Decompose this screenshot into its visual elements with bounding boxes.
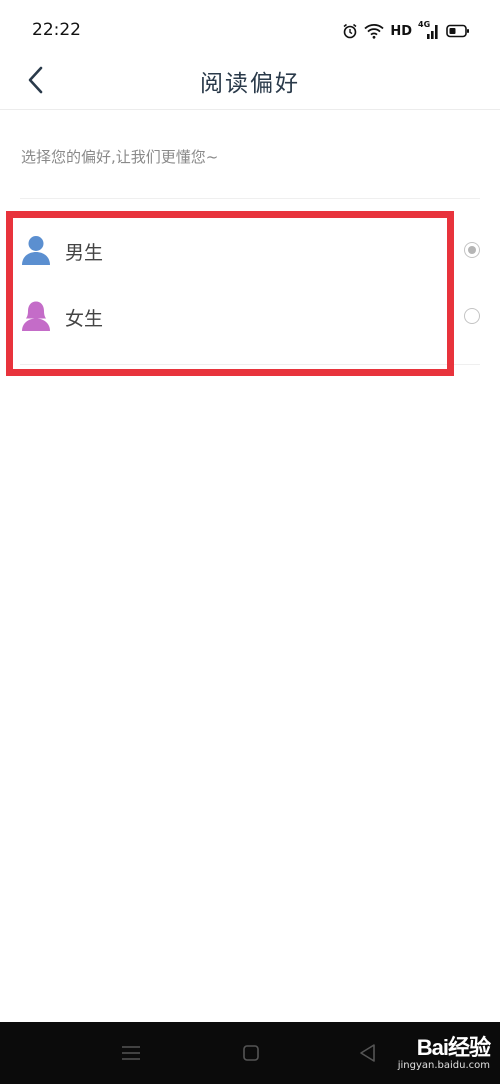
hd-label: HD: [390, 23, 412, 39]
watermark: Bai经验 jingyan.baidu.com: [397, 1030, 491, 1071]
divider: [20, 198, 480, 199]
status-icons: HD 4G: [342, 20, 470, 42]
page-title: 阅读偏好: [200, 71, 300, 97]
watermark-url: jingyan.baidu.com: [397, 1060, 490, 1071]
status-time: 22:22: [32, 20, 81, 40]
menu-icon[interactable]: [120, 1042, 142, 1064]
screen: 22:22 HD 4G 阅读偏好 选择您的偏好,让我们更懂您~ 男生 女生 Ba…: [0, 0, 500, 1084]
top-nav-bar: 阅读偏好: [0, 50, 500, 110]
divider: [20, 364, 480, 365]
option-female[interactable]: 女生: [20, 288, 482, 344]
home-icon[interactable]: [240, 1042, 262, 1064]
preference-hint: 选择您的偏好,让我们更懂您~: [21, 148, 219, 166]
network-type: 4G: [418, 20, 431, 29]
wifi-icon: [364, 23, 384, 39]
option-male-label: 男生: [65, 242, 104, 264]
watermark-brand: Bai经验: [416, 1035, 491, 1060]
option-male[interactable]: 男生: [20, 222, 482, 278]
cellular-signal-icon: 4G: [418, 20, 440, 41]
system-back-icon[interactable]: [357, 1042, 379, 1064]
option-female-radio[interactable]: [464, 308, 480, 324]
system-nav-bar: Bai经验 jingyan.baidu.com: [0, 1022, 500, 1084]
battery-icon: [446, 24, 470, 38]
male-user-icon: [20, 234, 52, 266]
alarm-icon: [342, 23, 358, 39]
option-female-label: 女生: [65, 308, 104, 330]
female-user-icon: [20, 300, 52, 332]
option-male-radio[interactable]: [464, 242, 480, 258]
